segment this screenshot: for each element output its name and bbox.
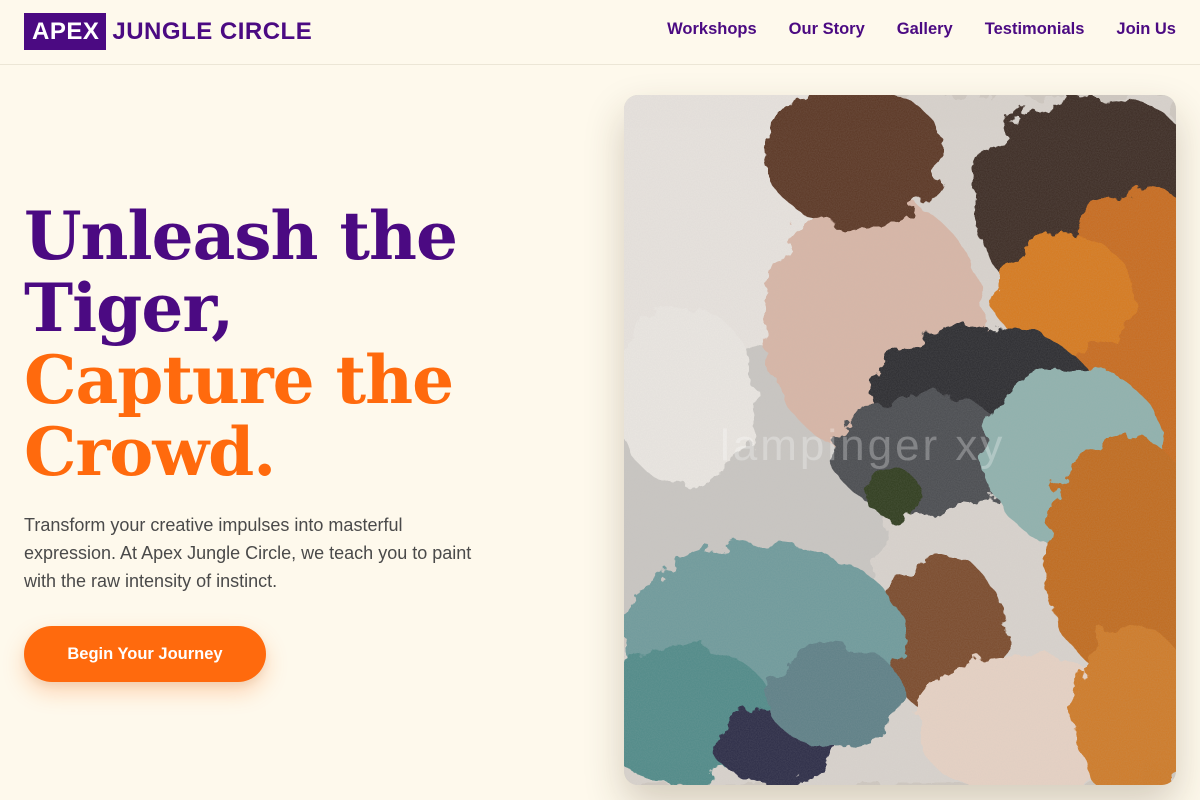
hero-title-line-3: Capture the [24, 341, 454, 419]
main-nav: Workshops Our Story Gallery Testimonials… [667, 18, 1176, 40]
nav-join-us[interactable]: Join Us [1116, 18, 1176, 40]
hero-artwork: lampinger xy [624, 95, 1176, 785]
nav-our-story[interactable]: Our Story [789, 18, 865, 40]
site-header: APEX JUNGLE CIRCLE Workshops Our Story G… [0, 0, 1200, 65]
hero-title: Unleash the Tiger, Capture the Crowd. [24, 197, 458, 491]
hero-description: Transform your creative impulses into ma… [24, 515, 472, 591]
nav-testimonials[interactable]: Testimonials [985, 18, 1085, 40]
abstract-painting-image [624, 95, 1176, 785]
brand-logo[interactable]: APEX JUNGLE CIRCLE [24, 13, 312, 50]
logo-box: APEX [24, 13, 107, 50]
nav-gallery[interactable]: Gallery [897, 18, 953, 40]
hero-title-line-4: Crowd. [24, 413, 276, 491]
hero-title-line-1: Unleash the [24, 197, 458, 275]
logo-text: JUNGLE CIRCLE [112, 17, 313, 45]
hero-title-line-2: Tiger, [24, 269, 234, 347]
nav-workshops[interactable]: Workshops [667, 18, 757, 40]
begin-journey-button[interactable]: Begin Your Journey [24, 626, 266, 682]
